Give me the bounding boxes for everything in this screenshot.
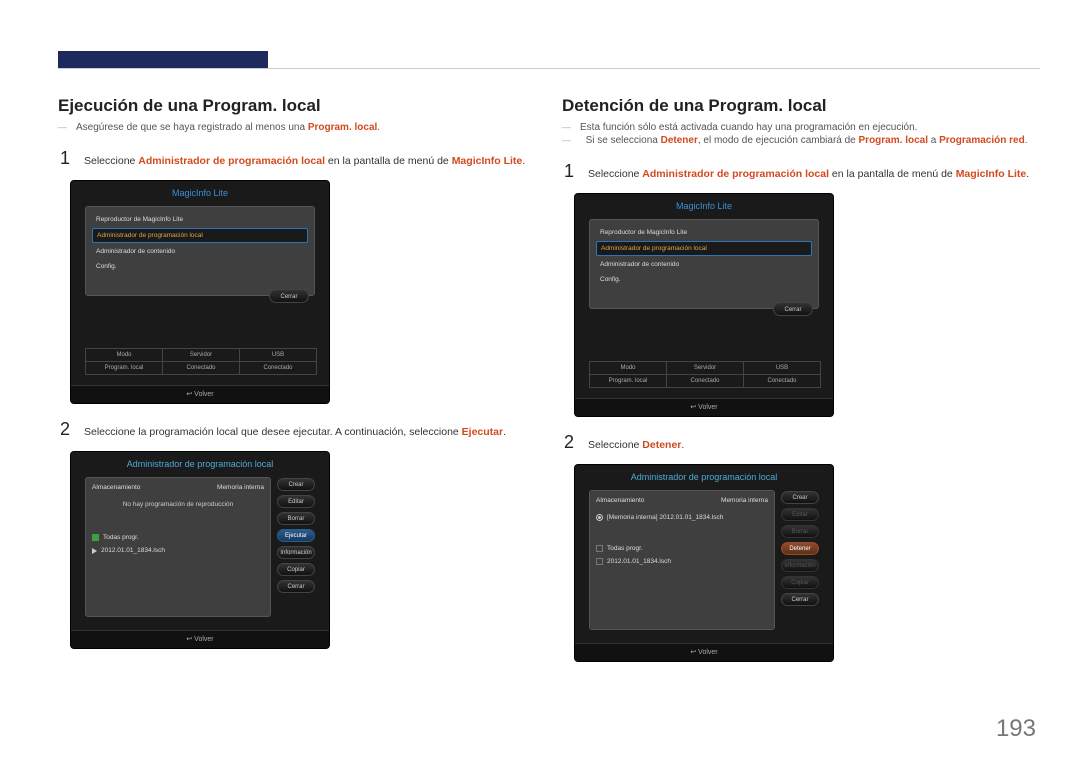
screen-title: MagicInfo Lite xyxy=(71,181,329,202)
screenshot-menu-left: MagicInfo Lite Reproductor de MagicInfo … xyxy=(70,180,330,404)
screen-title: Administrador de programación local xyxy=(575,465,833,486)
step-number: 1 xyxy=(562,158,576,185)
step-number: 2 xyxy=(562,429,576,456)
menu-item[interactable]: Reproductor de MagicInfo Lite xyxy=(92,213,308,226)
delete-button[interactable]: Borrar xyxy=(277,512,315,525)
page-number: 193 xyxy=(996,715,1036,743)
menu-item[interactable]: Config. xyxy=(92,260,308,273)
step-text: Seleccione la programación local que des… xyxy=(84,425,506,441)
right-step-1: 1 Seleccione Administrador de programaci… xyxy=(562,158,1042,185)
left-step-1: 1 Seleccione Administrador de programaci… xyxy=(58,145,538,172)
checkbox-icon xyxy=(596,545,603,552)
return-bar[interactable]: ↩ Volver xyxy=(575,643,833,661)
empty-msg: No hay programación de reproducción xyxy=(92,501,264,508)
screen-title: MagicInfo Lite xyxy=(575,194,833,215)
step-text: Seleccione Administrador de programación… xyxy=(588,167,1029,183)
storage-value: Memoria interna xyxy=(721,497,768,504)
left-note: Asegúrese de que se haya registrado al m… xyxy=(76,122,538,133)
action-buttons: Crear Editar Borrar Detener Información … xyxy=(781,491,819,606)
left-title: Ejecución de una Program. local xyxy=(58,96,538,116)
right-note2: Si se selecciona Detener, el modo de eje… xyxy=(580,135,1042,146)
note-hl: Program. local xyxy=(308,122,377,133)
accent-bar xyxy=(58,51,268,68)
storage-label: Almacenamiento xyxy=(596,497,644,504)
menu-list: Reproductor de MagicInfo Lite Administra… xyxy=(85,206,315,296)
menu-item-selected[interactable]: Administrador de programación local xyxy=(596,241,812,256)
menu-item[interactable]: Administrador de contenido xyxy=(596,258,812,271)
right-note1: Esta función sólo está activada cuando h… xyxy=(580,122,1042,133)
top-rule xyxy=(58,68,1040,69)
storage-label: Almacenamiento xyxy=(92,484,140,491)
menu-item[interactable]: Administrador de contenido xyxy=(92,245,308,258)
stop-button[interactable]: Detener xyxy=(781,542,819,555)
edit-button: Editar xyxy=(781,508,819,521)
close-button[interactable]: Cerrar xyxy=(277,580,315,593)
list-item[interactable]: 2012.01.01_1834.lsch xyxy=(92,547,264,554)
step-number: 1 xyxy=(58,145,72,172)
step-text: Seleccione Detener. xyxy=(588,438,684,454)
content-area: Almacenamiento Memoria interna No hay pr… xyxy=(85,477,271,617)
info-button: Información xyxy=(781,559,819,572)
menu-item-selected[interactable]: Administrador de programación local xyxy=(92,228,308,243)
right-title: Detención de una Program. local xyxy=(562,96,1042,116)
execute-button[interactable]: Ejecutar xyxy=(277,529,315,542)
playing-item[interactable]: [Memoria interna] 2012.01.01_1834.lsch xyxy=(596,514,768,521)
menu-item[interactable]: Reproductor de MagicInfo Lite xyxy=(596,226,812,239)
return-bar[interactable]: ↩ Volver xyxy=(575,398,833,416)
delete-button: Borrar xyxy=(781,525,819,538)
checkbox-icon xyxy=(596,558,603,565)
copy-button[interactable]: Copiar xyxy=(277,563,315,576)
menu-list: Reproductor de MagicInfo Lite Administra… xyxy=(589,219,819,309)
list-item[interactable]: Todas progr. xyxy=(596,545,768,552)
status-grid: ModoServidorUSB Program. localConectadoC… xyxy=(85,348,317,375)
screenshot-manager-left: Administrador de programación local Alma… xyxy=(70,451,330,649)
action-buttons: Crear Editar Borrar Ejecutar Información… xyxy=(277,478,315,593)
note-text: Asegúrese de que se haya registrado al m… xyxy=(76,122,308,133)
screenshot-manager-right: Administrador de programación local Alma… xyxy=(574,464,834,662)
status-grid: ModoServidorUSB Program. localConectadoC… xyxy=(589,361,821,388)
create-button[interactable]: Crear xyxy=(277,478,315,491)
step-number: 2 xyxy=(58,416,72,443)
play-icon xyxy=(92,548,97,554)
screen-title: Administrador de programación local xyxy=(71,452,329,473)
checkbox-icon xyxy=(92,534,99,541)
right-step-2: 2 Seleccione Detener. xyxy=(562,429,1042,456)
create-button[interactable]: Crear xyxy=(781,491,819,504)
list-item[interactable]: Todas progr. xyxy=(92,534,264,541)
list-item[interactable]: 2012.01.01_1834.lsch xyxy=(596,558,768,565)
storage-value: Memoria interna xyxy=(217,484,264,491)
step-text: Seleccione Administrador de programación… xyxy=(84,154,525,170)
info-button[interactable]: Información xyxy=(277,546,315,559)
screenshot-menu-right: MagicInfo Lite Reproductor de MagicInfo … xyxy=(574,193,834,417)
menu-item[interactable]: Config. xyxy=(596,273,812,286)
return-bar[interactable]: ↩ Volver xyxy=(71,630,329,648)
right-column: Detención de una Program. local Esta fun… xyxy=(562,96,1042,672)
left-column: Ejecución de una Program. local Asegúres… xyxy=(58,96,538,659)
close-button[interactable]: Cerrar xyxy=(773,302,813,316)
edit-button[interactable]: Editar xyxy=(277,495,315,508)
return-bar[interactable]: ↩ Volver xyxy=(71,385,329,403)
copy-button: Copiar xyxy=(781,576,819,589)
content-area: Almacenamiento Memoria interna [Memoria … xyxy=(589,490,775,630)
close-button[interactable]: Cerrar xyxy=(781,593,819,606)
close-button[interactable]: Cerrar xyxy=(269,289,309,303)
radio-icon xyxy=(596,514,603,521)
left-step-2: 2 Seleccione la programación local que d… xyxy=(58,416,538,443)
